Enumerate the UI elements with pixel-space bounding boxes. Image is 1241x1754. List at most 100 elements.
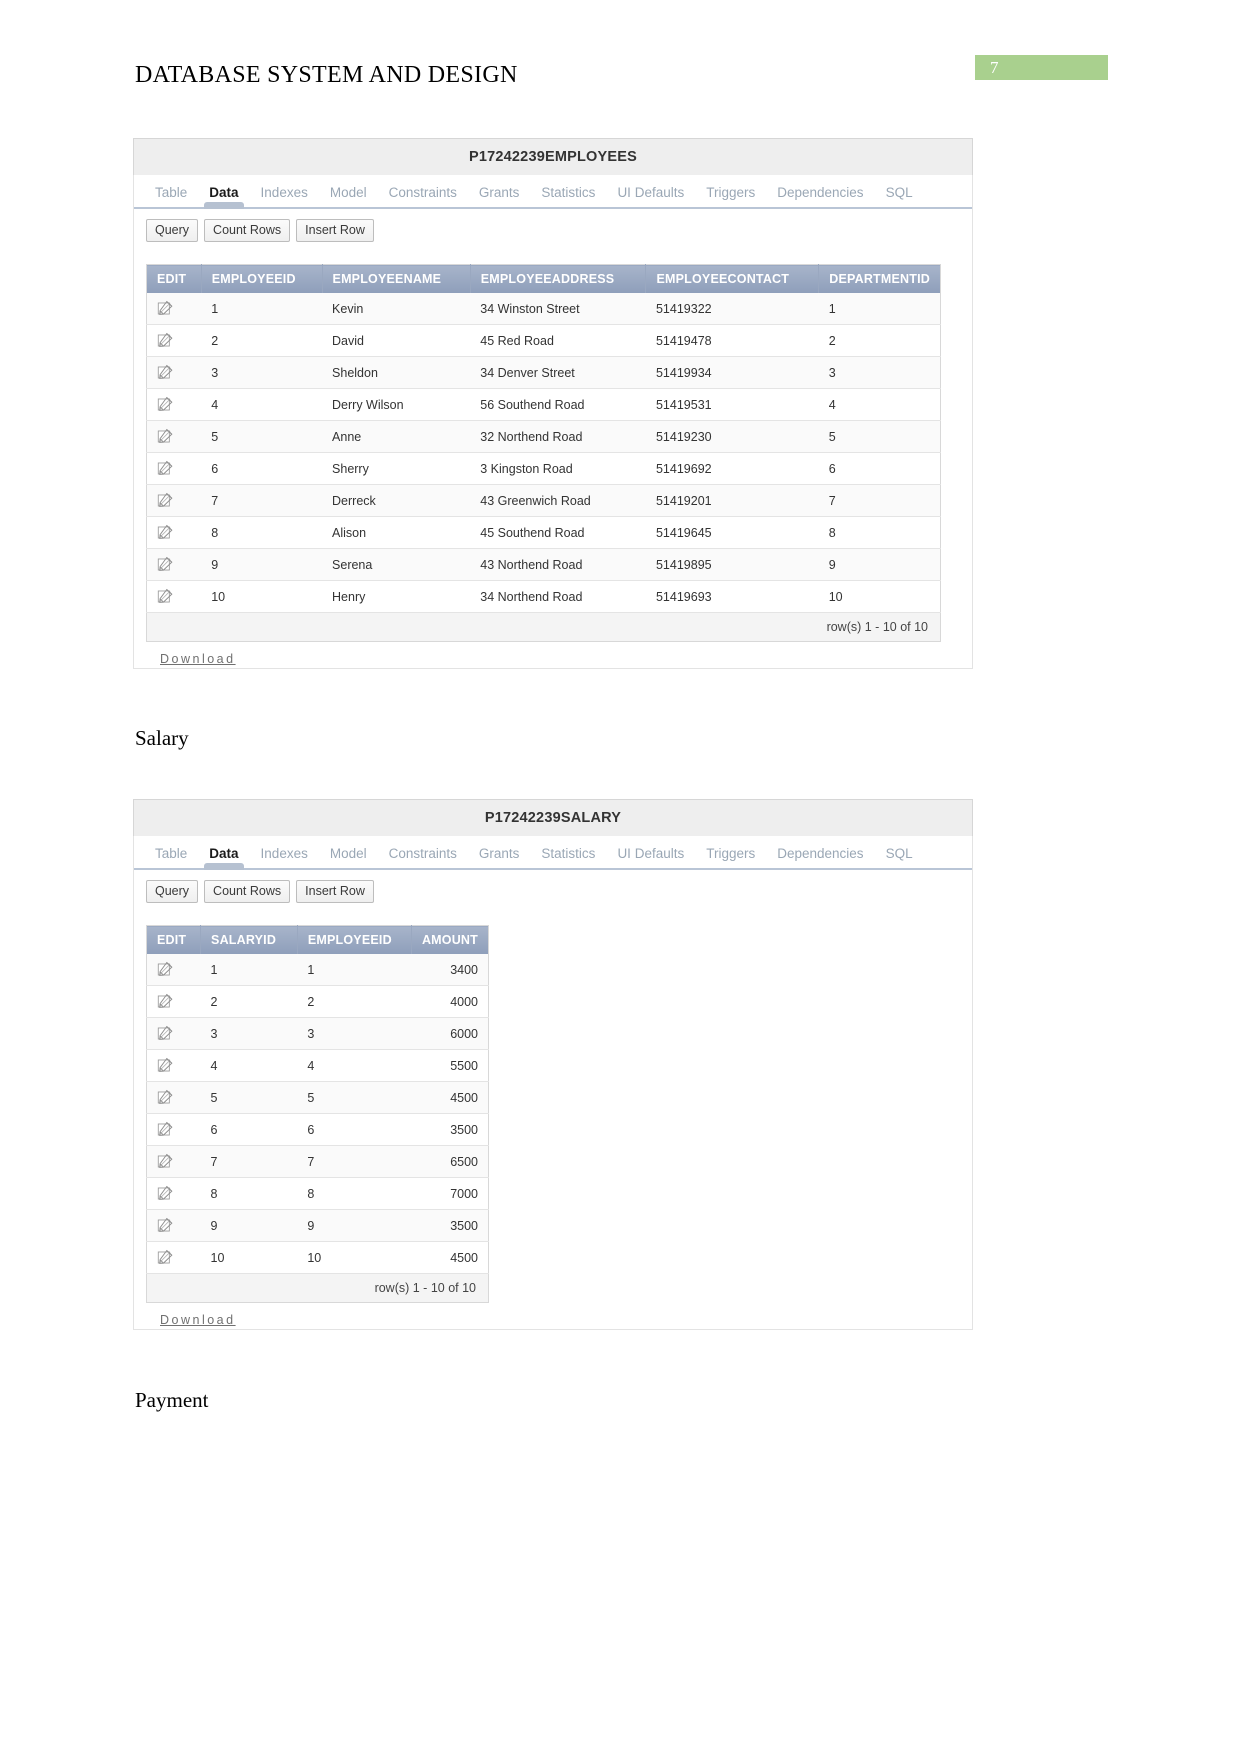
edit-cell[interactable] (146, 985, 201, 1018)
salary-tab-data[interactable]: Data (198, 844, 249, 870)
edit-cell[interactable] (146, 1177, 201, 1210)
pencil-edit-icon[interactable] (157, 1057, 191, 1074)
pencil-edit-icon[interactable] (157, 1185, 191, 1202)
cell-departmentid: 3 (818, 356, 941, 389)
tab-ui-defaults[interactable]: UI Defaults (606, 183, 695, 207)
salary-tab-statistics[interactable]: Statistics (530, 844, 606, 868)
salary-query-button[interactable]: Query (146, 880, 199, 903)
edit-cell[interactable] (146, 388, 202, 421)
edit-cell[interactable] (146, 1145, 201, 1178)
cell-employeeaddress: 56 Southend Road (470, 388, 646, 421)
count-rows-button[interactable]: Count Rows (204, 219, 291, 242)
edit-cell[interactable] (146, 356, 202, 389)
cell-salaryid: 8 (200, 1177, 298, 1210)
salary-tab-triggers[interactable]: Triggers (695, 844, 766, 868)
employees-toolbar: Query Count Rows Insert Row (134, 209, 972, 242)
pencil-edit-icon[interactable] (157, 1121, 191, 1138)
edit-cell[interactable] (146, 484, 202, 517)
edit-cell[interactable] (146, 1049, 201, 1082)
edit-cell[interactable] (146, 1113, 201, 1146)
tab-triggers[interactable]: Triggers (695, 183, 766, 207)
column-header-employeename[interactable]: EMPLOYEENAME (322, 264, 471, 293)
pencil-edit-icon[interactable] (157, 1153, 191, 1170)
pencil-edit-icon[interactable] (157, 993, 191, 1010)
tab-sql[interactable]: SQL (875, 183, 924, 207)
edit-cell[interactable] (146, 1081, 201, 1114)
cell-salaryid: 1 (200, 954, 298, 986)
cell-employeeid: 6 (297, 1113, 412, 1146)
tab-model[interactable]: Model (319, 183, 378, 207)
pencil-edit-icon[interactable] (157, 1249, 191, 1266)
pencil-edit-icon[interactable] (157, 460, 191, 477)
tab-constraints[interactable]: Constraints (378, 183, 468, 207)
pencil-edit-icon[interactable] (157, 428, 191, 445)
query-button[interactable]: Query (146, 219, 199, 242)
pencil-edit-icon[interactable] (157, 332, 191, 349)
table-row: 10 10 4500 (146, 1241, 489, 1274)
salary-column-header-salaryid[interactable]: SALARYID (200, 925, 298, 954)
tab-indexes[interactable]: Indexes (250, 183, 319, 207)
pencil-edit-icon[interactable] (157, 364, 191, 381)
column-header-employeecontact[interactable]: EMPLOYEECONTACT (645, 264, 820, 293)
cell-employeeid: 7 (201, 484, 323, 517)
pencil-edit-icon[interactable] (157, 961, 191, 978)
pencil-edit-icon[interactable] (157, 524, 191, 541)
pencil-edit-icon[interactable] (157, 396, 191, 413)
salary-tab-grants[interactable]: Grants (468, 844, 531, 868)
edit-cell[interactable] (146, 1241, 201, 1274)
pencil-edit-icon[interactable] (157, 1217, 191, 1234)
employees-panel-titlebar: P17242239EMPLOYEES (133, 138, 973, 175)
edit-cell[interactable] (146, 548, 202, 581)
tab-grants[interactable]: Grants (468, 183, 531, 207)
pencil-edit-icon[interactable] (157, 1089, 191, 1106)
cell-departmentid: 9 (818, 548, 941, 581)
edit-cell[interactable] (146, 293, 202, 325)
cell-employeecontact: 51419201 (645, 484, 819, 517)
column-header-edit[interactable]: EDIT (146, 264, 202, 293)
tab-data[interactable]: Data (198, 183, 249, 209)
edit-cell[interactable] (146, 324, 202, 357)
column-header-departmentid[interactable]: DEPARTMENTID (818, 264, 941, 293)
edit-cell[interactable] (146, 954, 201, 986)
salary-column-header-amount[interactable]: AMOUNT (411, 925, 489, 954)
cell-amount: 3500 (411, 1209, 489, 1242)
salary-tab-constraints[interactable]: Constraints (378, 844, 468, 868)
salary-download-link[interactable]: Download (160, 1313, 236, 1327)
salary-column-header-employeeid[interactable]: EMPLOYEEID (297, 925, 412, 954)
salary-tab-dependencies[interactable]: Dependencies (766, 844, 874, 868)
cell-amount: 5500 (411, 1049, 489, 1082)
cell-employeeid: 3 (201, 356, 323, 389)
pencil-edit-icon[interactable] (157, 1025, 191, 1042)
salary-tab-sql[interactable]: SQL (875, 844, 924, 868)
salary-tab-table[interactable]: Table (144, 844, 198, 868)
tab-statistics[interactable]: Statistics (530, 183, 606, 207)
pencil-edit-icon[interactable] (157, 300, 191, 317)
cell-employeeid: 9 (297, 1209, 412, 1242)
cell-salaryid: 5 (200, 1081, 298, 1114)
tab-dependencies[interactable]: Dependencies (766, 183, 874, 207)
tab-table[interactable]: Table (144, 183, 198, 207)
column-header-employeeid[interactable]: EMPLOYEEID (201, 264, 323, 293)
edit-cell[interactable] (146, 516, 202, 549)
salary-insert-row-button[interactable]: Insert Row (296, 880, 374, 903)
cell-employeename: Serena (322, 548, 471, 581)
pencil-edit-icon[interactable] (157, 556, 191, 573)
column-header-employeeaddress[interactable]: EMPLOYEEADDRESS (470, 264, 647, 293)
insert-row-button[interactable]: Insert Row (296, 219, 374, 242)
edit-cell[interactable] (146, 580, 202, 613)
employees-download-link[interactable]: Download (160, 652, 236, 666)
cell-employeecontact: 51419645 (645, 516, 819, 549)
salary-column-header-edit[interactable]: EDIT (146, 925, 202, 954)
table-row: 7 7 6500 (146, 1145, 489, 1178)
salary-report-region: EDIT SALARYID EMPLOYEEID AMOUNT 1 1 3400 2 2… (134, 903, 972, 1329)
salary-tab-model[interactable]: Model (319, 844, 378, 868)
pencil-edit-icon[interactable] (157, 588, 191, 605)
pencil-edit-icon[interactable] (157, 492, 191, 509)
salary-tab-ui-defaults[interactable]: UI Defaults (606, 844, 695, 868)
edit-cell[interactable] (146, 1017, 201, 1050)
edit-cell[interactable] (146, 452, 202, 485)
salary-count-rows-button[interactable]: Count Rows (204, 880, 291, 903)
salary-tab-indexes[interactable]: Indexes (250, 844, 319, 868)
edit-cell[interactable] (146, 420, 202, 453)
edit-cell[interactable] (146, 1209, 201, 1242)
